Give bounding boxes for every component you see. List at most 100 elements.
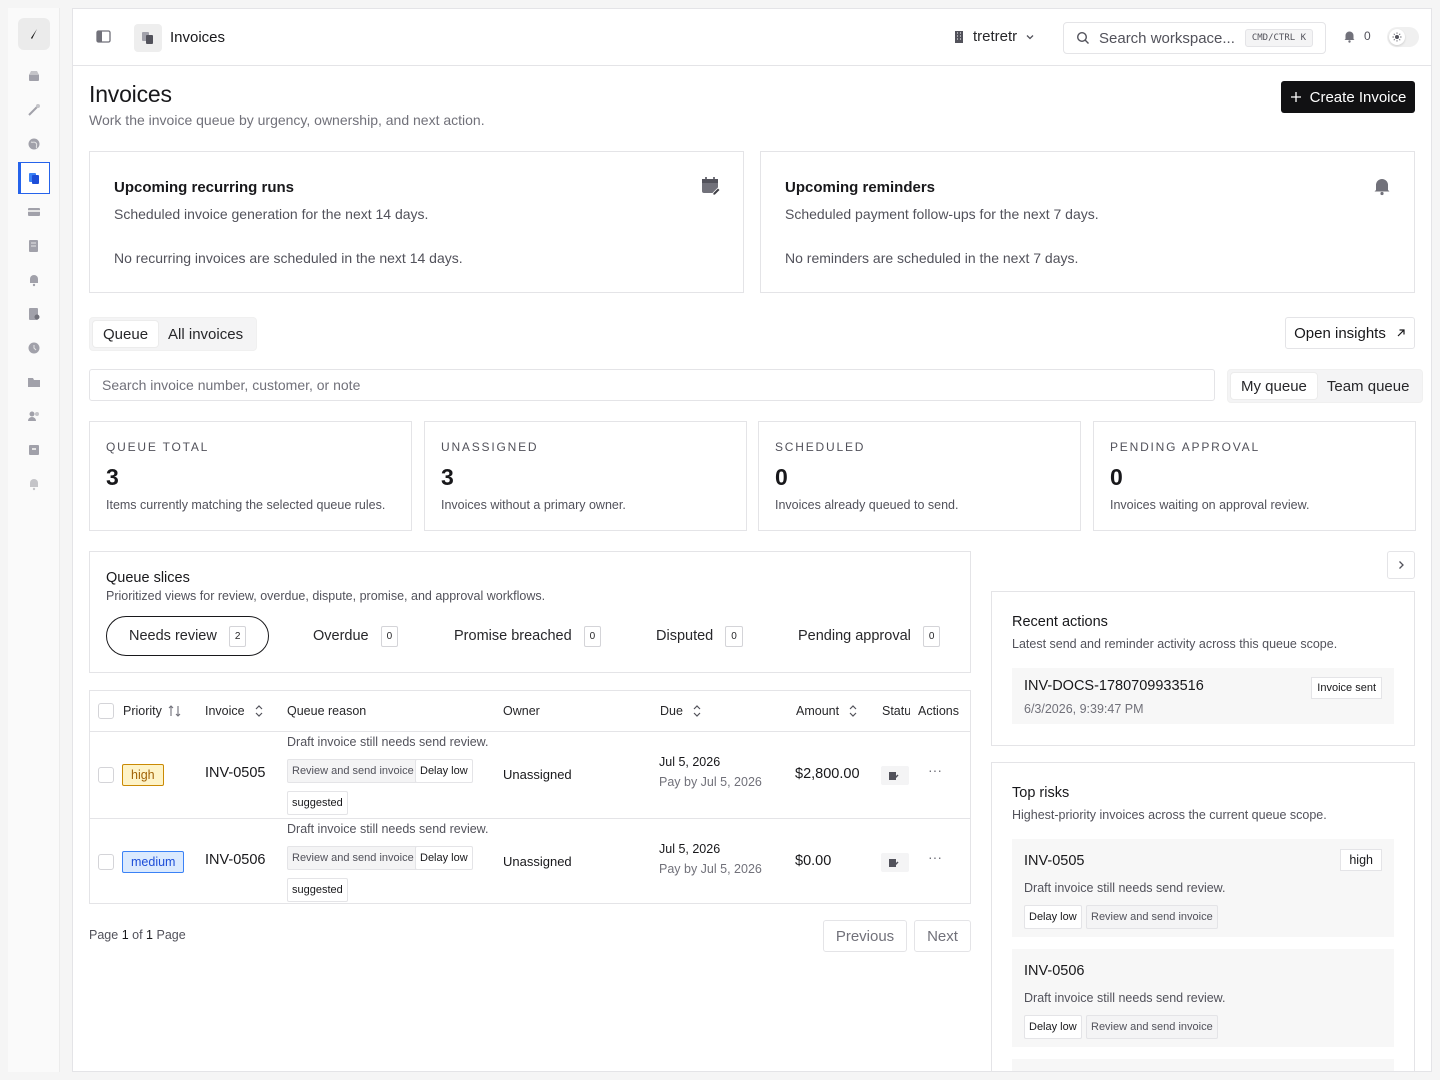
top-risks-description: Highest-priority invoices across the cur…: [1012, 808, 1327, 822]
chevron-right-icon: [1399, 561, 1404, 569]
folder-icon[interactable]: [18, 366, 50, 398]
invoice-number[interactable]: INV-0506: [205, 852, 265, 868]
notifications-button[interactable]: 0: [1343, 29, 1371, 43]
next-button[interactable]: Next: [914, 920, 971, 952]
view-tabs: Queue All invoices: [89, 317, 258, 351]
theme-toggle[interactable]: [1387, 27, 1419, 47]
column-owner: Owner: [503, 691, 540, 731]
invoices-nav-icon[interactable]: [18, 162, 50, 194]
column-due[interactable]: Due: [660, 691, 705, 731]
plus-icon: [1290, 92, 1301, 102]
previous-button[interactable]: Previous: [823, 920, 907, 952]
slice-promise-breached[interactable]: Promise breached 0: [454, 616, 602, 656]
amount: $2,800.00: [795, 766, 860, 782]
row-actions-menu[interactable]: ···: [928, 762, 942, 778]
credit-card-icon[interactable]: [18, 196, 50, 228]
column-actions: Actions: [918, 691, 959, 731]
open-insights-button[interactable]: Open insights: [1285, 317, 1415, 349]
slice-needs-review[interactable]: Needs review 2: [106, 616, 269, 656]
risk-priority: high: [1340, 849, 1382, 871]
risk-item[interactable]: INV-0505 high Draft invoice still needs …: [1012, 839, 1394, 937]
invoice-search-input[interactable]: Search invoice number, customer, or note: [89, 369, 1215, 401]
slice-label: Overdue: [313, 628, 369, 644]
globe-icon[interactable]: [18, 128, 50, 160]
card-description: Scheduled invoice generation for the nex…: [114, 206, 429, 222]
page-title: Invoices: [89, 81, 172, 107]
collapse-panel-button[interactable]: [1387, 551, 1415, 579]
risk-item[interactable]: [1012, 1059, 1394, 1071]
recent-actions-description: Latest send and reminder activity across…: [1012, 637, 1338, 651]
stat-card-queue-total: QUEUE TOTAL 3 Items currently matching t…: [89, 421, 412, 531]
tab-all-invoices[interactable]: All invoices: [158, 321, 253, 347]
document-edit-icon[interactable]: [18, 230, 50, 262]
stat-label: QUEUE TOTAL: [106, 440, 210, 454]
bell-icon: [1372, 176, 1392, 196]
open-insights-label: Open insights: [1294, 324, 1386, 342]
tab-team-queue[interactable]: Team queue: [1317, 373, 1420, 399]
row-checkbox[interactable]: [98, 854, 114, 870]
table-row[interactable]: medium INV-0506 Draft invoice still need…: [90, 818, 970, 905]
sort-desc-icon: [168, 705, 181, 717]
risk-item[interactable]: INV-0506 Draft invoice still needs send …: [1012, 949, 1394, 1047]
invoice-number[interactable]: INV-0505: [205, 765, 265, 781]
action-tag: Review and send invoice: [287, 759, 419, 783]
magic-wand-icon[interactable]: [18, 94, 50, 126]
delay-tag: Delay low: [1024, 1015, 1082, 1039]
sidebar-toggle-icon[interactable]: [95, 29, 113, 45]
table-row[interactable]: high INV-0505 Draft invoice still needs …: [90, 731, 970, 818]
empty-state: No reminders are scheduled in the next 7…: [785, 250, 1079, 266]
sidebar-rail: [8, 8, 60, 1072]
owner: Unassigned: [503, 767, 572, 782]
slice-count: 0: [922, 625, 941, 647]
stat-card-scheduled: SCHEDULED 0 Invoices already queued to s…: [758, 421, 1081, 531]
slice-pending-approval[interactable]: Pending approval 0: [798, 616, 941, 656]
column-priority[interactable]: Priority: [123, 691, 182, 731]
stat-value: 0: [775, 464, 788, 490]
top-bar: Invoices tretretr Search workspace... CM…: [73, 9, 1431, 66]
stat-value: 3: [106, 464, 119, 490]
workspace-switcher[interactable]: tretretr: [953, 28, 1035, 45]
document-refresh-icon[interactable]: [18, 298, 50, 330]
workspace-search[interactable]: Search workspace... CMD/CTRL K: [1063, 22, 1326, 54]
stat-label: PENDING APPROVAL: [1110, 440, 1260, 454]
column-amount[interactable]: Amount: [796, 691, 861, 731]
recent-action-item[interactable]: INV-DOCS-1780709933516 6/3/2026, 9:39:47…: [1012, 668, 1394, 724]
clock-icon[interactable]: [18, 332, 50, 364]
queue-scope-toggle: My queue Team queue: [1227, 369, 1424, 403]
stat-label: SCHEDULED: [775, 440, 866, 454]
column-label: Invoice: [205, 704, 245, 718]
card-title: Upcoming reminders: [785, 179, 936, 196]
row-checkbox[interactable]: [98, 767, 114, 783]
column-queue-reason: Queue reason: [287, 691, 366, 731]
slice-label: Promise breached: [454, 628, 572, 644]
alerts-bell-icon[interactable]: [18, 468, 50, 500]
column-invoice[interactable]: Invoice: [205, 691, 267, 731]
tab-my-queue[interactable]: My queue: [1231, 373, 1317, 399]
slice-label: Disputed: [656, 628, 714, 644]
inbox-icon[interactable]: [18, 60, 50, 92]
select-all-checkbox[interactable]: [98, 703, 114, 719]
building-icon: [955, 30, 963, 43]
slice-overdue[interactable]: Overdue 0: [313, 616, 399, 656]
suggested-tag: suggested: [287, 791, 348, 815]
slice-disputed[interactable]: Disputed 0: [656, 616, 743, 656]
page-subtitle: Work the invoice queue by urgency, owner…: [89, 112, 485, 128]
queue-reason: Draft invoice still needs send review.: [287, 822, 489, 836]
bell-icon[interactable]: [18, 264, 50, 296]
stat-card-unassigned: UNASSIGNED 3 Invoices without a primary …: [424, 421, 747, 531]
users-icon[interactable]: [18, 400, 50, 432]
workspace-name: tretretr: [973, 28, 1018, 45]
column-label: Owner: [503, 704, 540, 718]
card-description: Scheduled payment follow-ups for the nex…: [785, 206, 1099, 222]
recent-actions-card: Recent actions Latest send and reminder …: [991, 591, 1415, 746]
owner: Unassigned: [503, 854, 572, 869]
app-logo[interactable]: [18, 18, 50, 50]
slice-count: 0: [380, 625, 399, 647]
tab-queue[interactable]: Queue: [93, 321, 159, 347]
row-actions-menu[interactable]: ···: [928, 849, 942, 865]
stat-description: Invoices without a primary owner.: [441, 498, 626, 512]
due-date: Jul 5, 2026: [659, 842, 721, 856]
stat-value: 3: [441, 464, 454, 490]
create-invoice-button[interactable]: Create Invoice: [1281, 81, 1415, 113]
archive-icon[interactable]: [18, 434, 50, 466]
